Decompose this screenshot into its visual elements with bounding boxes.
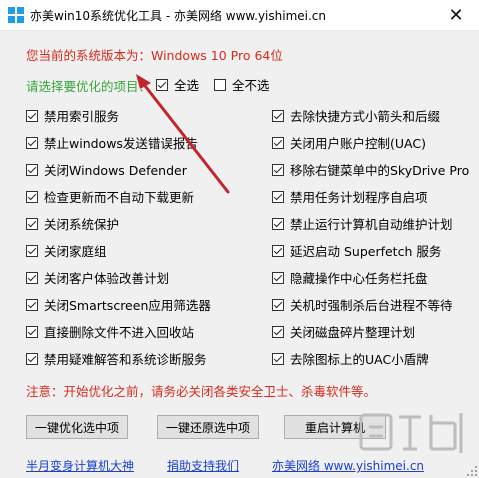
option-checkbox[interactable]: 延迟启动 Superfetch 服务 [272, 241, 441, 260]
select-none-label: 全不选 [232, 78, 270, 93]
option-checkbox[interactable]: 移除右键菜单中的SkyDrive Pro [272, 160, 469, 179]
checkbox-box[interactable] [26, 136, 38, 149]
checkbox-box[interactable] [26, 298, 38, 311]
select-none-box[interactable] [214, 78, 226, 91]
optimize-button[interactable]: 一键优化选中项 [26, 415, 128, 439]
restore-button[interactable]: 一键还原选中项 [157, 415, 259, 439]
option-label: 关闭Smartscreen应用筛选器 [44, 298, 211, 313]
option-checkbox[interactable]: 关闭用户账户控制(UAC) [272, 133, 426, 152]
select-all-label: 全选 [174, 78, 200, 93]
option-label: 移除右键菜单中的SkyDrive Pro [290, 163, 470, 178]
option-checkbox[interactable]: 关机时强制杀后台进程不等待 [272, 295, 453, 314]
option-label: 禁用任务计划程序自启项 [290, 190, 428, 205]
checkbox-box[interactable] [272, 244, 284, 257]
option-label: 关闭用户账户控制(UAC) [290, 136, 426, 151]
option-checkbox[interactable]: 关闭磁盘碎片整理计划 [272, 322, 415, 341]
checkbox-box[interactable] [272, 109, 284, 122]
option-label: 延迟启动 Superfetch 服务 [290, 244, 442, 259]
option-label: 隐藏操作中心任务栏托盘 [290, 271, 428, 286]
option-label: 禁用索引服务 [44, 109, 120, 124]
option-checkbox[interactable]: 禁止运行计算机自动维护计划 [272, 214, 453, 233]
select-all-box[interactable] [156, 78, 168, 91]
option-checkbox[interactable]: 禁用疑难解答和系统诊断服务 [26, 349, 207, 368]
option-checkbox[interactable]: 禁止windows发送错误报告 [26, 133, 198, 152]
title-bar: 亦美win10系统优化工具 - 亦美网络 www.yishimei.cn ✕ [0, 0, 479, 31]
window-title: 亦美win10系统优化工具 - 亦美网络 www.yishimei.cn [30, 9, 327, 23]
checkbox-box[interactable] [272, 352, 284, 365]
checkbox-box[interactable] [272, 298, 284, 311]
option-checkbox[interactable]: 关闭系统保护 [26, 214, 119, 233]
option-checkbox[interactable]: 检查更新而不自动下载更新 [26, 187, 194, 206]
option-checkbox[interactable]: 直接删除文件不进入回收站 [26, 322, 194, 341]
option-checkbox[interactable]: 禁用索引服务 [26, 106, 119, 125]
option-label: 禁用疑难解答和系统诊断服务 [44, 352, 207, 367]
checkbox-box[interactable] [272, 136, 284, 149]
option-label: 去除快捷方式小箭头和后缀 [290, 109, 441, 124]
option-label: 直接删除文件不进入回收站 [44, 325, 195, 340]
option-label: 关闭磁盘碎片整理计划 [290, 325, 416, 340]
checkbox-box[interactable] [272, 217, 284, 230]
checkbox-box[interactable] [26, 271, 38, 284]
option-checkbox[interactable]: 关闭Smartscreen应用筛选器 [26, 295, 211, 314]
checkbox-box[interactable] [272, 325, 284, 338]
checkbox-box[interactable] [26, 217, 38, 230]
option-label: 关闭家庭组 [44, 244, 107, 259]
option-label: 去除图标上的UAC小盾牌 [290, 352, 429, 367]
checkbox-box[interactable] [26, 109, 38, 122]
option-checkbox[interactable]: 关闭家庭组 [26, 241, 107, 260]
close-icon[interactable]: ✕ [433, 0, 479, 30]
checkbox-box[interactable] [272, 190, 284, 203]
checkbox-box[interactable] [26, 190, 38, 203]
watermark-logo [359, 413, 463, 453]
option-checkbox[interactable]: 隐藏操作中心任务栏托盘 [272, 268, 428, 287]
option-checkbox[interactable]: 关闭客户体验改善计划 [26, 268, 169, 287]
warning-text: 注意：开始优化之前，请务必关闭各类安全卫士、杀毒软件等。 [26, 384, 377, 399]
option-checkbox[interactable]: 去除图标上的UAC小盾牌 [272, 349, 429, 368]
option-checkbox[interactable]: 禁用任务计划程序自启项 [272, 187, 428, 206]
checkbox-box[interactable] [26, 163, 38, 176]
resize-grip-icon[interactable] [467, 466, 477, 476]
app-icon [8, 7, 24, 23]
option-label: 检查更新而不自动下载更新 [44, 190, 195, 205]
checkbox-box[interactable] [272, 271, 284, 284]
option-label: 禁止windows发送错误报告 [44, 136, 198, 151]
tutorial-link[interactable]: 半月变身计算机大神 [26, 457, 134, 474]
option-label: 禁止运行计算机自动维护计划 [290, 217, 453, 232]
option-label: 关闭客户体验改善计划 [44, 271, 170, 286]
option-label: 关机时强制杀后台进程不等待 [290, 298, 453, 313]
checkbox-box[interactable] [26, 325, 38, 338]
checkbox-box[interactable] [272, 163, 284, 176]
select-prompt: 请选择要优化的项目： [26, 79, 152, 94]
option-checkbox[interactable]: 去除快捷方式小箭头和后缀 [272, 106, 440, 125]
system-version-text: 您当前的系统版本为：Windows 10 Pro 64位 [26, 48, 283, 63]
select-all-checkbox[interactable]: 全选 [156, 75, 199, 94]
checkbox-box[interactable] [26, 244, 38, 257]
checkbox-box[interactable] [26, 352, 38, 365]
option-label: 关闭系统保护 [44, 217, 120, 232]
select-none-checkbox[interactable]: 全不选 [214, 75, 270, 94]
option-checkbox[interactable]: 关闭Windows Defender [26, 160, 187, 179]
donate-link[interactable]: 捐助支持我们 [167, 457, 239, 474]
option-label: 关闭Windows Defender [44, 163, 187, 178]
